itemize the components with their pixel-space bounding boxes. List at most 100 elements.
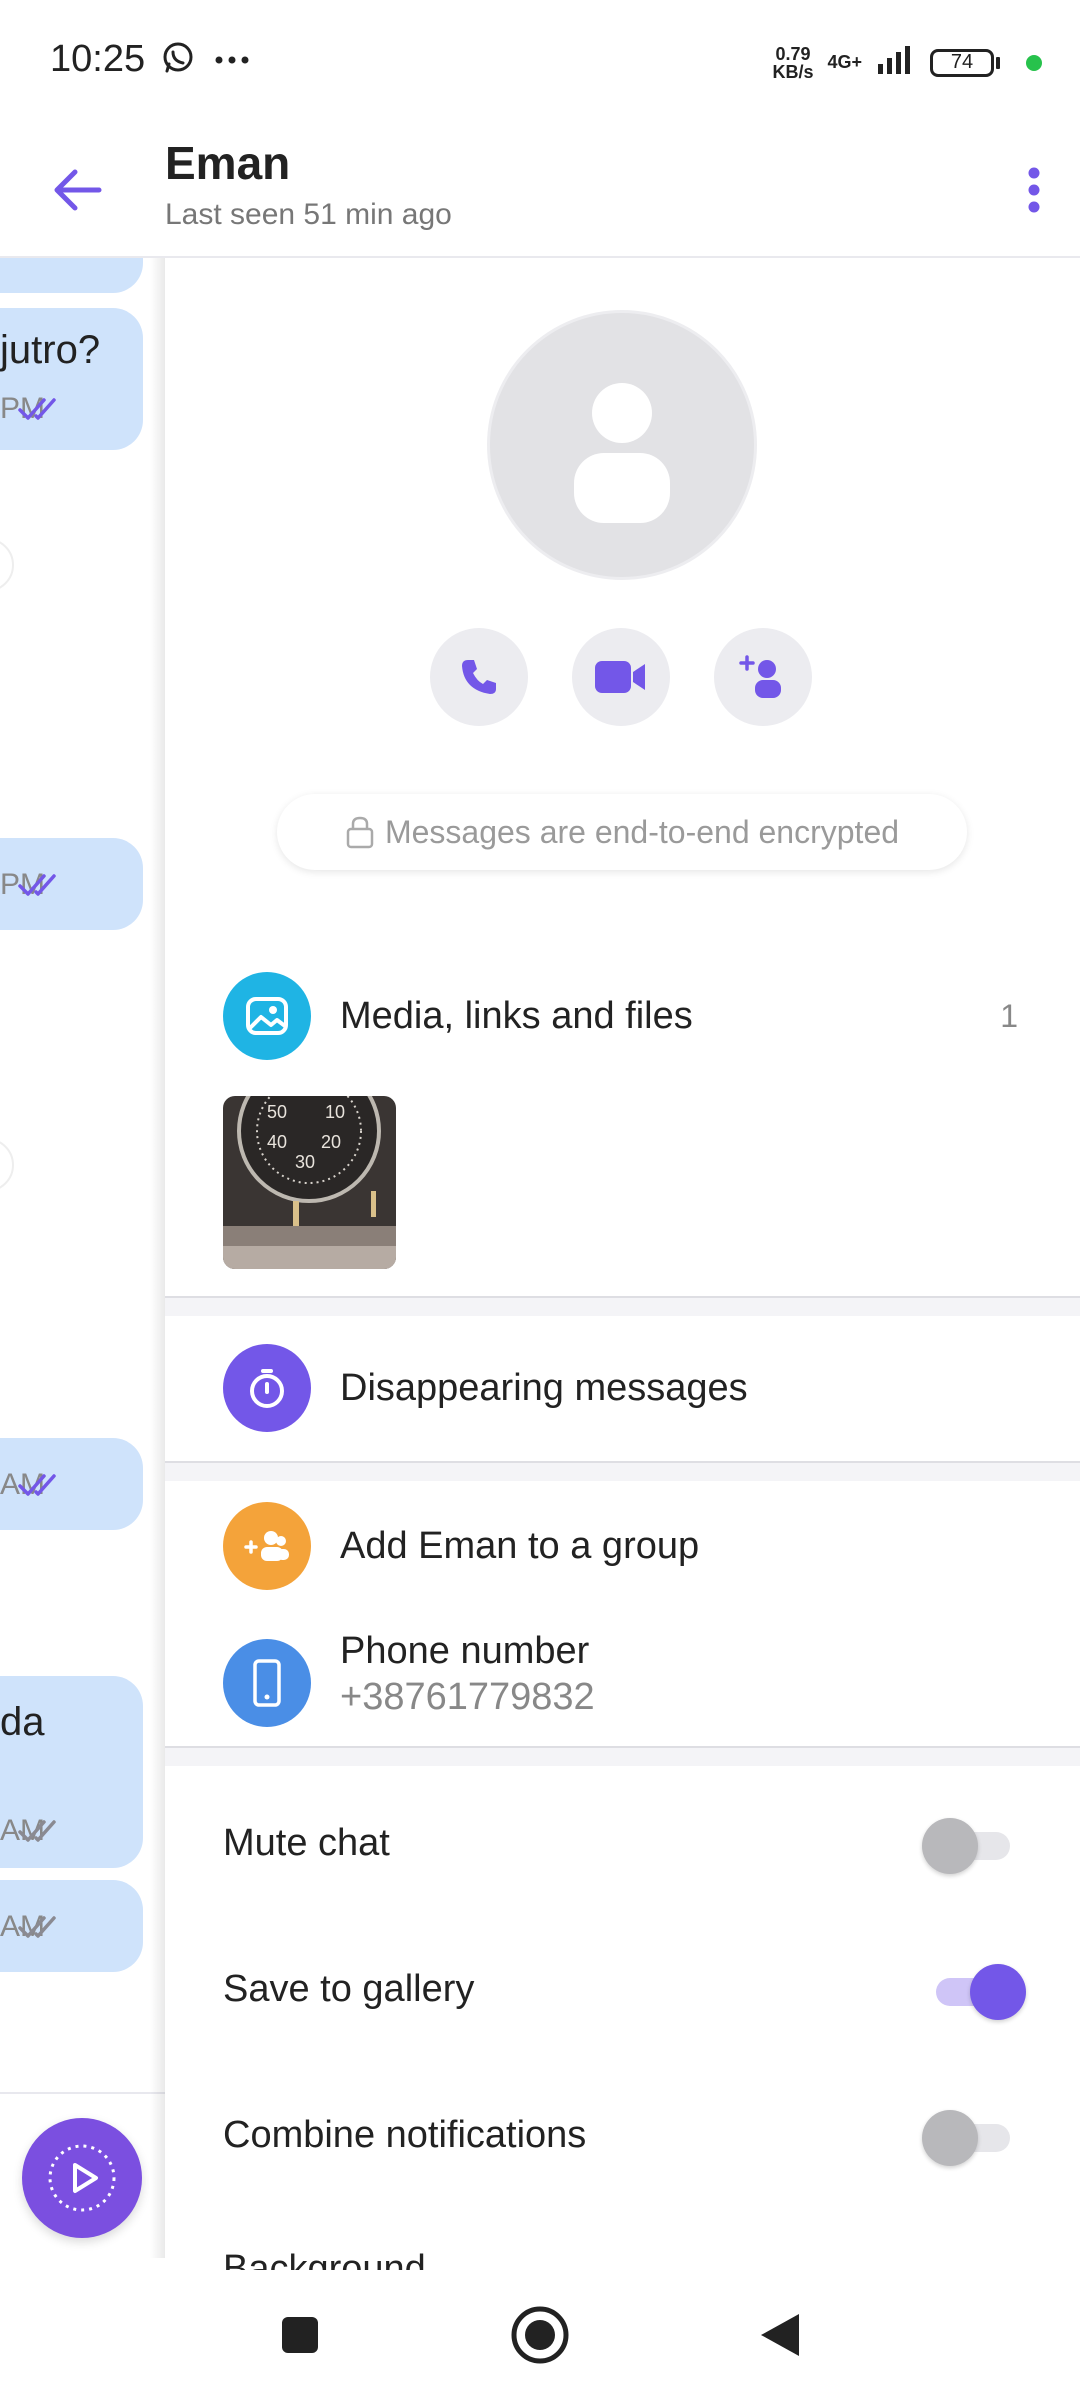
video-camera-icon	[595, 661, 645, 693]
home-button[interactable]	[505, 2300, 575, 2370]
double-check-icon	[18, 258, 64, 260]
section-separator	[165, 1746, 1080, 1766]
play-video-message-button[interactable]	[22, 2118, 142, 2238]
default-person-icon	[574, 383, 670, 523]
timer-icon	[223, 1344, 311, 1432]
contact-info-panel: Messages are end-to-end encrypted Media,…	[165, 258, 1080, 2270]
add-to-group-row[interactable]: Add Eman to a group	[165, 1496, 1080, 1596]
network-type: 4G+	[827, 52, 862, 72]
whatsapp-icon	[160, 40, 196, 81]
media-thumbnail[interactable]: 50 10 40 20 30	[223, 1096, 396, 1269]
mute-chat-toggle[interactable]	[922, 1818, 1018, 1874]
media-links-files-row[interactable]: Media, links and files 1	[165, 966, 1080, 1066]
privacy-indicator-dot	[1026, 54, 1042, 71]
home-circle-icon	[511, 2306, 569, 2364]
save-to-gallery-row[interactable]: Save to gallery	[165, 1956, 1080, 2026]
phone-number-row[interactable]: Phone number +38761779832	[165, 1630, 1080, 1736]
svg-text:40: 40	[267, 1132, 287, 1152]
disappearing-label: Disappearing messages	[340, 1366, 748, 1409]
combine-notifications-toggle[interactable]	[922, 2110, 1018, 2166]
voice-call-button[interactable]	[430, 628, 528, 726]
message-text: da	[0, 1700, 45, 1744]
more-dots-icon	[214, 52, 250, 70]
video-call-button[interactable]	[572, 628, 670, 726]
background-row[interactable]: Background	[165, 2240, 1080, 2270]
double-check-icon	[18, 1916, 56, 1938]
watch-photo-icon: 50 10 40 20 30	[223, 1096, 396, 1269]
encryption-text: Messages are end-to-end encrypted	[384, 813, 900, 850]
more-options-button[interactable]	[1004, 150, 1064, 230]
battery-tip	[996, 56, 1000, 69]
double-check-icon	[18, 1474, 56, 1496]
contact-avatar[interactable]	[487, 310, 757, 580]
encryption-notice: Messages are end-to-end encrypted	[277, 794, 967, 870]
recents-button[interactable]	[265, 2300, 335, 2370]
add-to-group-label: Add Eman to a group	[340, 1524, 700, 1567]
svg-text:20: 20	[321, 1132, 341, 1152]
add-group-icon	[223, 1502, 311, 1590]
section-separator	[165, 1461, 1080, 1481]
kebab-menu-icon	[1028, 167, 1040, 213]
chat-date-chip	[0, 1138, 14, 1192]
lock-icon	[346, 816, 374, 849]
background-label: Background	[223, 2248, 426, 2270]
battery-icon: 74	[930, 48, 1000, 77]
network-speed: 0.79 KB/s	[772, 45, 813, 81]
media-count: 1	[1000, 997, 1018, 1034]
svg-text:30: 30	[295, 1152, 315, 1172]
save-to-gallery-label: Save to gallery	[223, 1968, 475, 2010]
status-right: 0.79 KB/s 4G+ 74	[772, 44, 1042, 81]
last-seen-status: Last seen 51 min ago	[165, 198, 452, 231]
chat-strip: PM jutro? PM PM AM da AM AM	[0, 258, 165, 2258]
message-bubble[interactable]: AM	[0, 1880, 143, 1972]
section-separator	[165, 1296, 1080, 1316]
chat-input-divider	[0, 2092, 165, 2094]
double-check-icon	[18, 398, 56, 420]
square-icon	[282, 2317, 318, 2353]
chat-date-chip	[0, 538, 14, 592]
message-bubble[interactable]: PM	[0, 258, 143, 293]
triangle-back-icon	[761, 2314, 799, 2356]
add-person-icon	[739, 655, 781, 698]
toggle-thumb	[970, 1964, 1026, 2020]
svg-text:10: 10	[325, 1102, 345, 1122]
app-bar: Eman Last seen 51 min ago	[0, 128, 1080, 258]
combine-notifications-row[interactable]: Combine notifications	[165, 2102, 1080, 2172]
toggle-thumb	[922, 2110, 978, 2166]
svg-text:50: 50	[267, 1102, 287, 1122]
contact-actions	[430, 628, 812, 726]
signal-icon	[876, 44, 916, 81]
net-speed-unit: KB/s	[772, 61, 814, 82]
toggle-thumb	[922, 1818, 978, 1874]
contact-name: Eman	[165, 137, 291, 189]
net-speed-value: 0.79	[775, 43, 811, 64]
mute-chat-label: Mute chat	[223, 1822, 390, 1864]
system-navigation-bar	[0, 2270, 1080, 2400]
phone-icon	[462, 660, 496, 694]
status-bar: 10:25 0.79 KB/s 4G+ 74	[0, 0, 1080, 128]
phone-number-label: Phone number	[340, 1630, 590, 1672]
message-bubble[interactable]: PM	[0, 838, 143, 930]
message-bubble[interactable]: da AM	[0, 1676, 143, 1868]
play-circle-icon	[48, 2144, 116, 2212]
arrow-left-icon	[54, 169, 102, 211]
image-icon	[223, 972, 311, 1060]
status-left-icons	[160, 40, 250, 81]
battery-level: 74	[930, 48, 994, 77]
combine-notifications-label: Combine notifications	[223, 2114, 587, 2156]
media-label: Media, links and files	[340, 994, 693, 1037]
back-button[interactable]	[38, 150, 118, 230]
mute-chat-row[interactable]: Mute chat	[165, 1810, 1080, 1880]
double-check-icon	[18, 874, 56, 896]
double-check-icon	[18, 1820, 56, 1842]
mobile-phone-icon	[223, 1639, 311, 1727]
add-contact-button[interactable]	[714, 628, 812, 726]
message-text: jutro?	[0, 328, 101, 372]
message-bubble[interactable]: jutro? PM	[0, 308, 143, 450]
message-bubble[interactable]: AM	[0, 1438, 143, 1530]
phone-number-value: +38761779832	[340, 1676, 595, 1718]
status-time: 10:25	[50, 38, 146, 80]
save-to-gallery-toggle[interactable]	[928, 1964, 1026, 2020]
disappearing-messages-row[interactable]: Disappearing messages	[165, 1338, 1080, 1438]
back-nav-button[interactable]	[745, 2300, 815, 2370]
